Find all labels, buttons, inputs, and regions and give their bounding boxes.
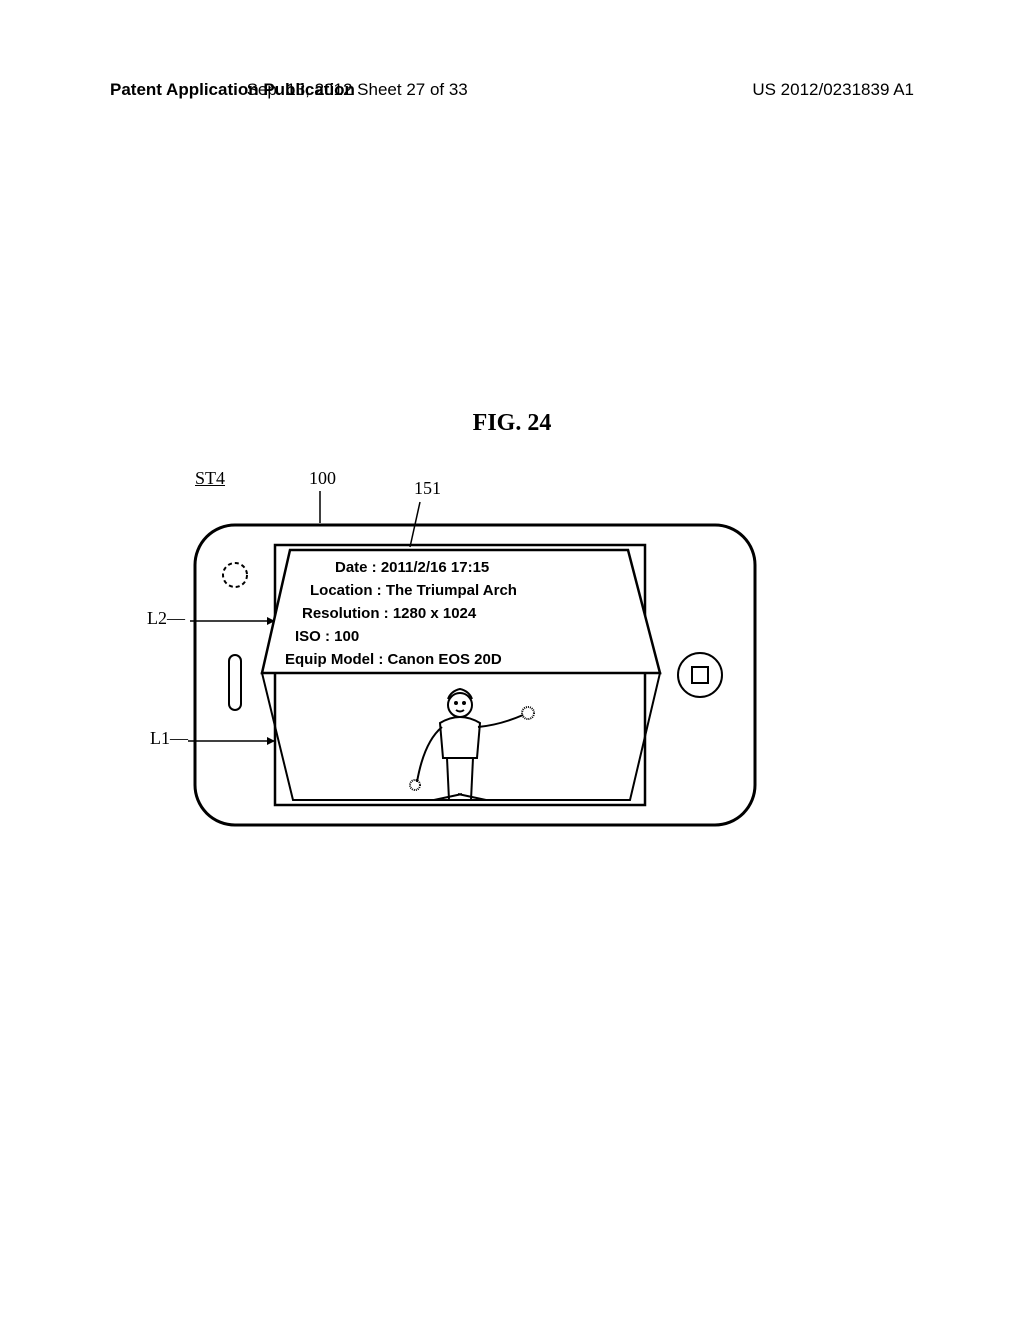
info-resolution: Resolution : 1280 x 1024 [302, 605, 477, 622]
device-diagram: Date : 2011/2/16 17:15 Location : The Tr… [130, 455, 770, 855]
person-photo [410, 689, 534, 800]
info-date: Date : 2011/2/16 17:15 [335, 559, 489, 576]
info-iso: ISO : 100 [295, 628, 359, 645]
header-date-sheet: Sep. 13, 2012 Sheet 27 of 33 [247, 80, 468, 100]
info-location: Location : The Triumpal Arch [310, 582, 517, 599]
figure-title: FIG. 24 [473, 410, 552, 437]
header-patent-number: US 2012/0231839 A1 [752, 80, 914, 100]
page-header: Patent Application Publication Sep. 13, … [0, 80, 1024, 100]
info-equip: Equip Model : Canon EOS 20D [285, 651, 502, 668]
